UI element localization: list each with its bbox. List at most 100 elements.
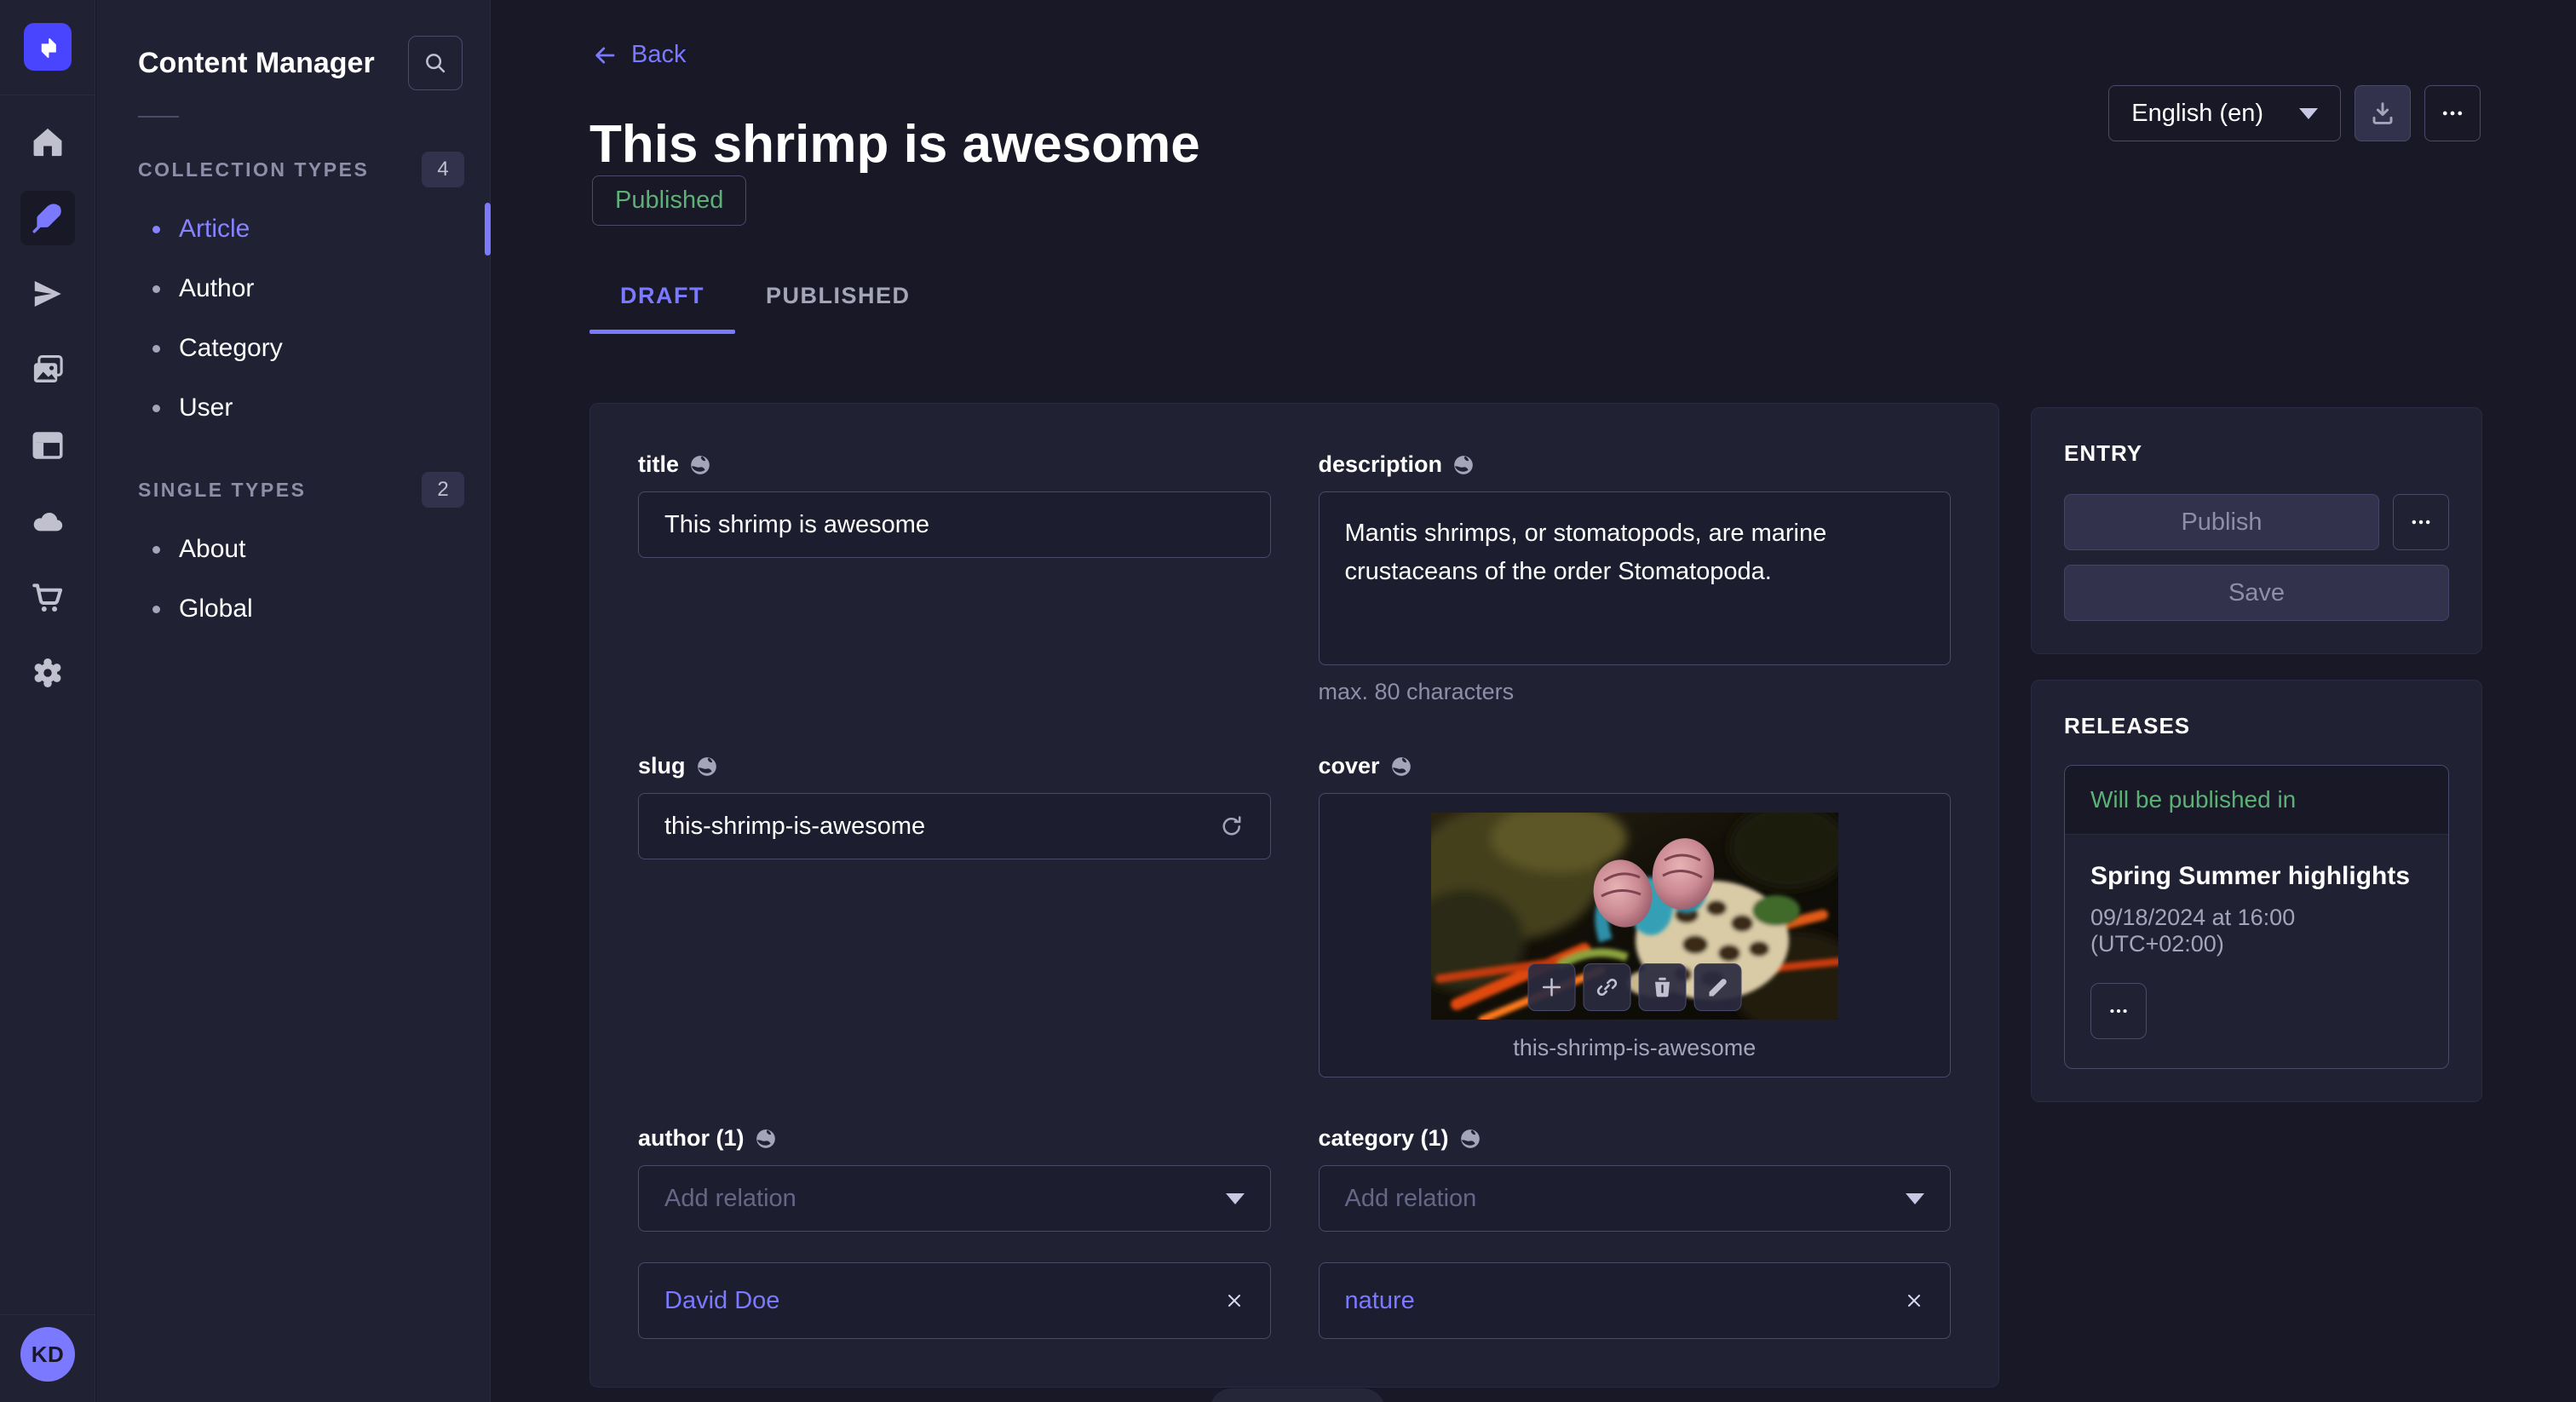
close-icon[interactable] bbox=[1904, 1290, 1924, 1311]
collection-types-label: COLLECTION TYPES bbox=[138, 158, 369, 181]
strapi-logo-icon[interactable] bbox=[24, 23, 72, 71]
save-button[interactable]: Save bbox=[2064, 565, 2449, 621]
dots-icon bbox=[2409, 510, 2433, 534]
strapi-app: KD Content Manager COLLECTION TYPES 4 Ar… bbox=[0, 0, 2576, 1402]
nav-rail: KD bbox=[0, 0, 95, 1402]
sidebar-item-global[interactable]: Global bbox=[96, 579, 490, 639]
category-field-label: category (1) bbox=[1319, 1125, 1449, 1152]
copy-link-button[interactable] bbox=[1583, 963, 1630, 1011]
author-relation-link[interactable]: David Doe bbox=[664, 1287, 779, 1315]
media-library-icon[interactable] bbox=[20, 342, 75, 397]
sidebar-item-author[interactable]: Author bbox=[96, 259, 490, 319]
rail-divider-bottom bbox=[0, 1314, 95, 1315]
release-title: Spring Summer highlights bbox=[2090, 862, 2423, 891]
active-indicator bbox=[485, 203, 491, 256]
cover-filename: this-shrimp-is-awesome bbox=[1513, 1035, 1756, 1061]
sidebar-item-user[interactable]: User bbox=[96, 378, 490, 438]
scroll-pill-button[interactable] bbox=[1210, 1388, 1385, 1402]
globe-icon bbox=[1452, 454, 1475, 476]
entry-panel: ENTRY Publish Save bbox=[2031, 407, 2482, 654]
sidebar-item-label: User bbox=[179, 394, 233, 422]
bullet-icon bbox=[152, 546, 160, 554]
search-button[interactable] bbox=[408, 36, 463, 90]
releases-panel-title: RELEASES bbox=[2064, 713, 2449, 739]
single-types-section: SINGLE TYPES 2 About Global bbox=[96, 472, 490, 639]
release-card: Will be published in Spring Summer highl… bbox=[2064, 765, 2449, 1069]
tab-active-underline bbox=[589, 330, 735, 334]
globe-icon bbox=[755, 1128, 777, 1150]
sidebar-item-label: Category bbox=[179, 334, 283, 363]
sidebar-item-label: Author bbox=[179, 274, 254, 303]
bullet-icon bbox=[152, 405, 160, 412]
sidebar-divider bbox=[138, 116, 179, 118]
layout-icon[interactable] bbox=[20, 418, 75, 473]
collection-types-section: COLLECTION TYPES 4 Article Author Catego… bbox=[96, 152, 490, 438]
release-date: 09/18/2024 at 16:00 (UTC+02:00) bbox=[2090, 905, 2423, 957]
cart-icon[interactable] bbox=[20, 570, 75, 624]
sidebar-item-about[interactable]: About bbox=[96, 520, 490, 579]
tab-published[interactable]: PUBLISHED bbox=[735, 283, 941, 334]
globe-icon bbox=[1390, 756, 1412, 778]
cover-image[interactable] bbox=[1431, 813, 1838, 1020]
description-field-label: description bbox=[1319, 451, 1443, 478]
settings-icon[interactable] bbox=[20, 646, 75, 700]
description-hint: max. 80 characters bbox=[1319, 679, 1952, 705]
cloud-icon[interactable] bbox=[20, 494, 75, 549]
author-field-label: author (1) bbox=[638, 1125, 745, 1152]
release-more-button[interactable] bbox=[2090, 983, 2147, 1039]
chevron-down-icon bbox=[1226, 1193, 1245, 1204]
single-types-count-badge: 2 bbox=[422, 472, 464, 508]
chevron-down-icon bbox=[1906, 1193, 1924, 1204]
status-badge: Published bbox=[592, 175, 746, 226]
category-relation-link[interactable]: nature bbox=[1345, 1287, 1415, 1315]
slug-field-label: slug bbox=[638, 753, 686, 779]
category-relation-select[interactable]: Add relation bbox=[1319, 1165, 1952, 1232]
close-icon[interactable] bbox=[1224, 1290, 1245, 1311]
feather-icon[interactable] bbox=[20, 191, 75, 245]
author-relation-select[interactable]: Add relation bbox=[638, 1165, 1271, 1232]
delete-media-button[interactable] bbox=[1638, 963, 1686, 1011]
sidebar-item-label: Article bbox=[179, 215, 250, 244]
more-actions-button[interactable] bbox=[2424, 85, 2481, 141]
field-title: title This shrimp is awesome bbox=[638, 451, 1271, 705]
add-media-button[interactable] bbox=[1527, 963, 1575, 1011]
description-textarea[interactable]: Mantis shrimps, or stomatopods, are mari… bbox=[1319, 491, 1952, 665]
page-title: This shrimp is awesome bbox=[589, 114, 1200, 175]
back-link[interactable]: Back bbox=[592, 41, 686, 69]
send-icon[interactable] bbox=[20, 267, 75, 321]
regenerate-icon[interactable] bbox=[1219, 813, 1245, 839]
user-avatar[interactable]: KD bbox=[20, 1327, 75, 1382]
bullet-icon bbox=[152, 226, 160, 233]
sidebar-item-article[interactable]: Article bbox=[96, 199, 490, 259]
sidebar-item-category[interactable]: Category bbox=[96, 319, 490, 378]
edit-media-button[interactable] bbox=[1693, 963, 1741, 1011]
dots-icon bbox=[2107, 1000, 2130, 1022]
locale-select[interactable]: English (en) bbox=[2108, 85, 2341, 141]
dots-icon bbox=[2440, 101, 2465, 126]
content-manager-sidebar: Content Manager COLLECTION TYPES 4 Artic… bbox=[96, 0, 491, 1402]
download-button[interactable] bbox=[2355, 85, 2411, 141]
release-status: Will be published in bbox=[2065, 766, 2448, 835]
field-cover: cover bbox=[1319, 753, 1952, 1077]
entry-panel-title: ENTRY bbox=[2064, 440, 2449, 467]
title-field-label: title bbox=[638, 451, 679, 478]
publish-button[interactable]: Publish bbox=[2064, 494, 2379, 550]
field-description: description Mantis shrimps, or stomatopo… bbox=[1319, 451, 1952, 705]
title-input[interactable]: This shrimp is awesome bbox=[638, 491, 1271, 558]
field-category: category (1) Add relation nature bbox=[1319, 1125, 1952, 1339]
category-select-placeholder: Add relation bbox=[1345, 1185, 1477, 1213]
cover-media-box: this-shrimp-is-awesome bbox=[1319, 793, 1952, 1077]
locale-value: English (en) bbox=[2131, 100, 2263, 128]
slug-input[interactable]: this-shrimp-is-awesome bbox=[638, 793, 1271, 859]
main-content: Back This shrimp is awesome Published En… bbox=[492, 0, 2576, 1402]
sidebar-item-label: About bbox=[179, 535, 245, 564]
home-icon[interactable] bbox=[20, 115, 75, 170]
chevron-down-icon bbox=[2299, 108, 2318, 119]
tab-draft[interactable]: DRAFT bbox=[589, 283, 735, 334]
pencil-icon bbox=[1705, 974, 1730, 1000]
edit-form-card: title This shrimp is awesome description bbox=[589, 403, 1999, 1388]
back-label: Back bbox=[631, 41, 686, 69]
version-tabs: DRAFT PUBLISHED bbox=[589, 283, 941, 334]
single-types-label: SINGLE TYPES bbox=[138, 479, 306, 502]
entry-more-button[interactable] bbox=[2393, 494, 2449, 550]
